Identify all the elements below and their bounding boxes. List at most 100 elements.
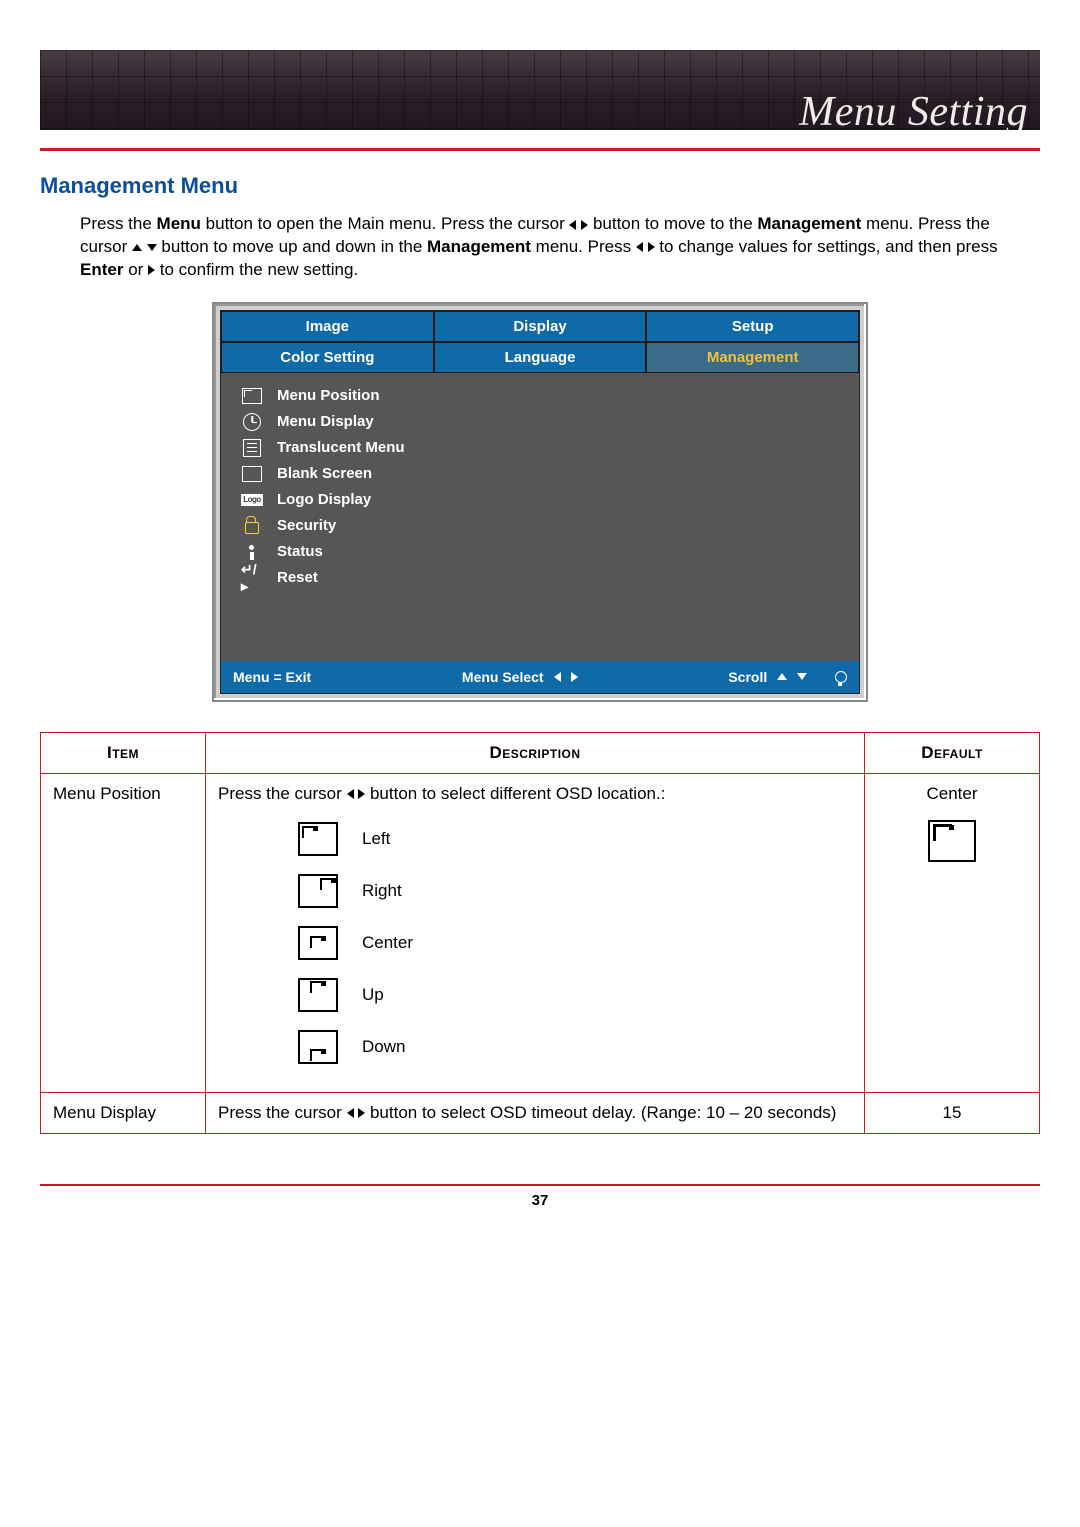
option-row: Down bbox=[298, 1030, 852, 1064]
osd-tab-management: Management bbox=[646, 342, 859, 373]
osd-item: Menu Display bbox=[235, 409, 859, 435]
cell-description: Press the cursor button to select OSD ti… bbox=[206, 1092, 865, 1133]
section-title: Management Menu bbox=[40, 173, 1040, 199]
header-rule bbox=[40, 148, 1040, 151]
osd-item: Status bbox=[235, 539, 859, 565]
footer-rule bbox=[40, 1184, 1040, 1186]
option-label: Left bbox=[362, 829, 390, 849]
document-icon bbox=[241, 439, 263, 457]
text-bold: Enter bbox=[80, 260, 123, 279]
cell-item: Menu Position bbox=[41, 773, 206, 1092]
info-icon bbox=[241, 543, 263, 561]
osd-tab-row-1: Image Display Setup bbox=[221, 311, 859, 342]
osd-footer-select: Menu Select bbox=[462, 669, 578, 685]
left-arrow-icon bbox=[347, 789, 354, 799]
up-arrow-icon bbox=[777, 673, 787, 680]
osd-tab-display: Display bbox=[434, 311, 647, 342]
text: menu. Press bbox=[531, 237, 636, 256]
option-label: Down bbox=[362, 1037, 405, 1057]
text: to confirm the new setting. bbox=[155, 260, 358, 279]
table-row: Menu Display Press the cursor button to … bbox=[41, 1092, 1040, 1133]
option-row: Right bbox=[298, 874, 852, 908]
osd-footer-scroll: Scroll bbox=[728, 669, 847, 685]
reset-icon: ↵/▸ bbox=[241, 569, 263, 587]
text: button to open the Main menu. Press the … bbox=[201, 214, 570, 233]
left-arrow-icon bbox=[636, 242, 643, 252]
text: or bbox=[123, 260, 148, 279]
osd-item-label: Status bbox=[277, 543, 323, 560]
osd-screenshot: Image Display Setup Color Setting Langua… bbox=[212, 302, 868, 702]
table-row: Menu Position Press the cursor button to… bbox=[41, 773, 1040, 1092]
left-arrow-icon bbox=[347, 1108, 354, 1118]
col-header-default: Default bbox=[865, 732, 1040, 773]
default-label: Center bbox=[877, 784, 1027, 804]
text: button to select different OSD location.… bbox=[365, 784, 665, 803]
osd-tab-color-setting: Color Setting bbox=[221, 342, 434, 373]
position-right-icon bbox=[298, 874, 338, 908]
text: Press the cursor bbox=[218, 784, 347, 803]
osd-item-label: Reset bbox=[277, 569, 318, 586]
text: button to move to the bbox=[588, 214, 757, 233]
text: to change values for settings, and then … bbox=[655, 237, 998, 256]
osd-item: Translucent Menu bbox=[235, 435, 859, 461]
osd-item-label: Blank Screen bbox=[277, 465, 372, 482]
option-row: Center bbox=[298, 926, 852, 960]
text: Press the cursor bbox=[218, 1103, 347, 1122]
right-arrow-icon bbox=[148, 265, 155, 275]
option-label: Center bbox=[362, 933, 413, 953]
text-bold: Management bbox=[427, 237, 531, 256]
cell-default: Center bbox=[865, 773, 1040, 1092]
position-icon bbox=[241, 387, 263, 405]
page-number: 37 bbox=[40, 1192, 1040, 1209]
header-band: Menu Setting bbox=[40, 50, 1040, 130]
osd-item: Logo Logo Display bbox=[235, 487, 859, 513]
left-arrow-icon bbox=[554, 672, 561, 682]
osd-item-label: Logo Display bbox=[277, 491, 371, 508]
osd-tab-language: Language bbox=[434, 342, 647, 373]
col-header-item: Item bbox=[41, 732, 206, 773]
left-arrow-icon bbox=[569, 220, 576, 230]
table-header-row: Item Description Default bbox=[41, 732, 1040, 773]
text-bold: Menu bbox=[157, 214, 201, 233]
down-arrow-icon bbox=[147, 244, 157, 251]
option-row: Left bbox=[298, 822, 852, 856]
up-arrow-icon bbox=[132, 244, 142, 251]
col-header-description: Description bbox=[206, 732, 865, 773]
osd-item-label: Menu Display bbox=[277, 413, 374, 430]
cell-description: Press the cursor button to select differ… bbox=[206, 773, 865, 1092]
position-center-icon bbox=[298, 926, 338, 960]
osd-item: Menu Position bbox=[235, 383, 859, 409]
lock-icon bbox=[241, 517, 263, 535]
intro-paragraph: Press the Menu button to open the Main m… bbox=[80, 213, 1040, 282]
option-row: Up bbox=[298, 978, 852, 1012]
header-title: Menu Setting bbox=[799, 88, 1028, 130]
osd-item-label: Translucent Menu bbox=[277, 439, 405, 456]
right-arrow-icon bbox=[571, 672, 578, 682]
osd-tab-image: Image bbox=[221, 311, 434, 342]
position-down-icon bbox=[298, 1030, 338, 1064]
text-bold: Management bbox=[757, 214, 861, 233]
clock-icon bbox=[241, 413, 263, 431]
text: Press the bbox=[80, 214, 157, 233]
osd-item-label: Security bbox=[277, 517, 336, 534]
position-left-icon bbox=[298, 822, 338, 856]
option-label: Right bbox=[362, 881, 402, 901]
spec-table: Item Description Default Menu Position P… bbox=[40, 732, 1040, 1134]
option-label: Up bbox=[362, 985, 384, 1005]
position-up-icon bbox=[298, 978, 338, 1012]
osd-item-label: Menu Position bbox=[277, 387, 380, 404]
down-arrow-icon bbox=[797, 673, 807, 680]
osd-footer: Menu = Exit Menu Select Scroll bbox=[221, 661, 859, 693]
osd-tab-setup: Setup bbox=[646, 311, 859, 342]
bulb-icon bbox=[835, 671, 847, 683]
osd-footer-exit: Menu = Exit bbox=[233, 669, 311, 685]
text: button to move up and down in the bbox=[157, 237, 427, 256]
cell-default: 15 bbox=[865, 1092, 1040, 1133]
text: button to select OSD timeout delay. (Ran… bbox=[365, 1103, 836, 1122]
osd-item: ↵/▸ Reset bbox=[235, 565, 859, 591]
position-center-icon bbox=[928, 820, 976, 862]
right-arrow-icon bbox=[648, 242, 655, 252]
osd-item: Security bbox=[235, 513, 859, 539]
logo-icon: Logo bbox=[241, 491, 263, 509]
osd-tab-row-2: Color Setting Language Management bbox=[221, 342, 859, 373]
